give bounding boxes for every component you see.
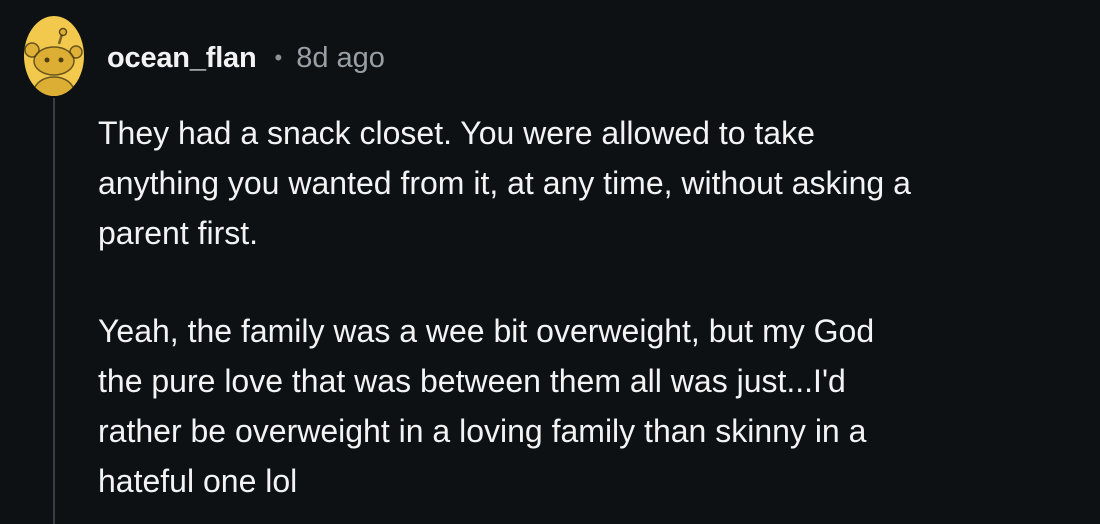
text-line: parent first. bbox=[98, 215, 259, 251]
snoo-avatar-icon bbox=[24, 16, 84, 96]
comment-meta: ocean_flan • 8d ago bbox=[107, 38, 385, 78]
text-line: rather be overweight in a loving family … bbox=[98, 413, 867, 449]
text-line: anything you wanted from it, at any time… bbox=[98, 165, 911, 201]
text-line: Yeah, the family was a wee bit overweigh… bbox=[98, 313, 875, 349]
separator-dot: • bbox=[274, 45, 283, 70]
avatar[interactable] bbox=[24, 16, 84, 96]
comment-paragraph: Yeah, the family was a wee bit overweigh… bbox=[98, 306, 1088, 506]
thread-line[interactable] bbox=[53, 98, 55, 524]
timestamp[interactable]: 8d ago bbox=[296, 42, 385, 75]
comment-paragraph: They had a snack closet. You were allowe… bbox=[98, 108, 1088, 258]
comment: ocean_flan • 8d ago They had a snack clo… bbox=[0, 0, 1100, 524]
text-line: hateful one lol bbox=[98, 463, 298, 499]
text-line: They had a snack closet. You were allowe… bbox=[98, 115, 815, 151]
comment-body: They had a snack closet. You were allowe… bbox=[98, 108, 1088, 506]
username[interactable]: ocean_flan bbox=[107, 42, 257, 75]
text-line: the pure love that was between them all … bbox=[98, 363, 846, 399]
